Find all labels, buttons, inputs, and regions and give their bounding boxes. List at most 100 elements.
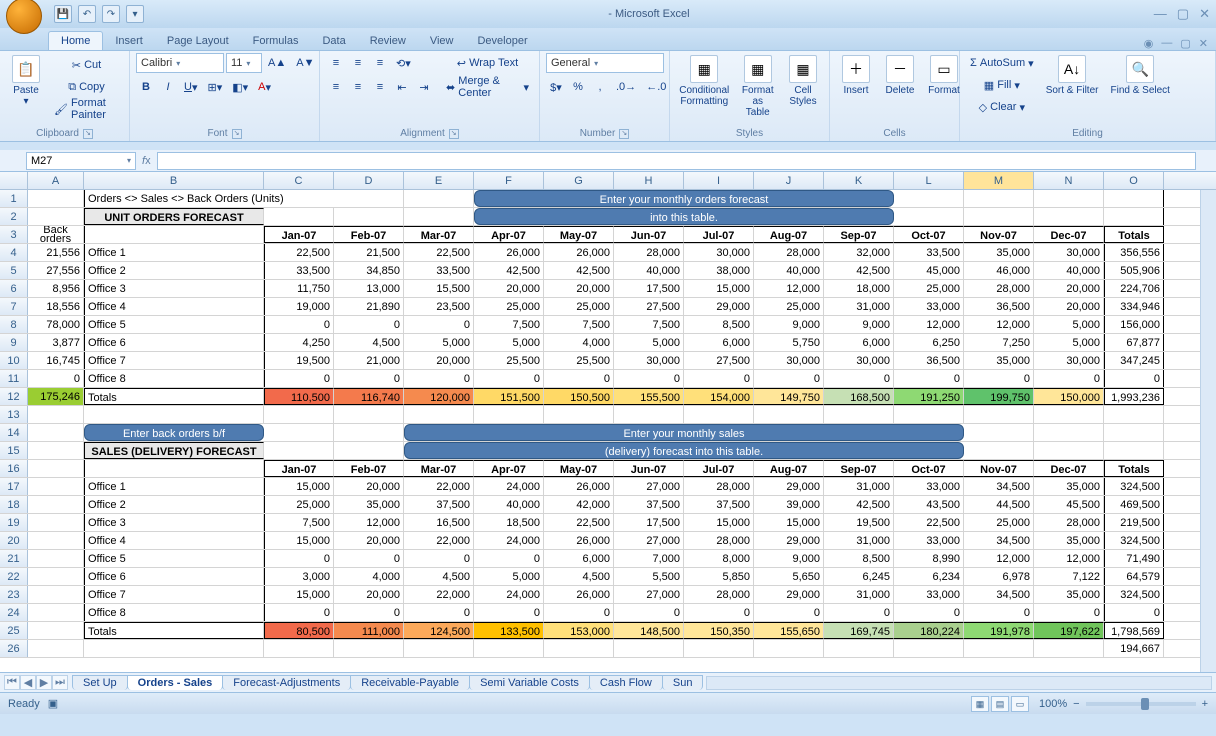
borders-button[interactable]: ⊞▾ xyxy=(203,77,226,97)
row-19[interactable]: 19Office 37,50012,00016,50018,50022,5001… xyxy=(0,514,1216,532)
tab-page-layout[interactable]: Page Layout xyxy=(155,32,241,50)
sheet-tab-2[interactable]: Forecast-Adjustments xyxy=(222,675,351,690)
cell-styles-button[interactable]: ▦Cell Styles xyxy=(783,53,823,109)
row-12[interactable]: 12175,246Totals110,500116,740120,000151,… xyxy=(0,388,1216,406)
ribbon-close-button[interactable]: ✕ xyxy=(1199,37,1208,50)
format-painter-button[interactable]: 🖌 Format Painter xyxy=(50,99,123,119)
row-14[interactable]: 14Enter back orders b/fEnter your monthl… xyxy=(0,424,1216,442)
dec-indent-button[interactable]: ⇤ xyxy=(392,77,412,97)
select-all-corner[interactable] xyxy=(0,172,28,189)
shrink-font-button[interactable]: A▼ xyxy=(292,53,318,73)
zoom-control[interactable]: 100% − + xyxy=(1039,698,1208,710)
tab-data[interactable]: Data xyxy=(310,32,357,50)
row-2[interactable]: 2UNIT ORDERS FORECASTinto this table. xyxy=(0,208,1216,226)
conditional-formatting-button[interactable]: ▦Conditional Formatting xyxy=(676,53,733,109)
sheet-tab-5[interactable]: Cash Flow xyxy=(589,675,663,690)
row-3[interactable]: 3BackordersJan-07Feb-07Mar-07Apr-07May-0… xyxy=(0,226,1216,244)
center-align-button[interactable]: ≡ xyxy=(348,77,368,97)
ribbon-restore-button[interactable]: ▢ xyxy=(1180,37,1190,50)
horizontal-scrollbar[interactable] xyxy=(706,676,1212,690)
accounting-button[interactable]: $▾ xyxy=(546,77,566,97)
underline-button[interactable]: U▾ xyxy=(180,77,201,97)
orientation-button[interactable]: ⟲▾ xyxy=(392,53,415,73)
cut-button[interactable]: ✂ Cut xyxy=(50,55,123,75)
grow-font-button[interactable]: A▲ xyxy=(264,53,290,73)
number-launcher[interactable]: ↘ xyxy=(619,129,629,139)
sheet-tab-0[interactable]: Set Up xyxy=(72,675,128,690)
tab-view[interactable]: View xyxy=(418,32,466,50)
font-name-select[interactable]: Calibri▾ xyxy=(136,53,224,73)
format-as-table-button[interactable]: ▦Format as Table xyxy=(737,53,779,120)
top-align-button[interactable]: ≡ xyxy=(326,53,346,73)
fx-icon[interactable]: fx xyxy=(142,155,151,167)
zoom-slider[interactable] xyxy=(1086,702,1196,706)
minimize-button[interactable]: — xyxy=(1154,6,1167,22)
tab-home[interactable]: Home xyxy=(48,31,103,50)
sheet-tab-3[interactable]: Receivable-Payable xyxy=(350,675,470,690)
merge-center-button[interactable]: ⬌ Merge & Center ▾ xyxy=(442,77,533,97)
clear-button[interactable]: ◇ Clear ▾ xyxy=(966,97,1038,117)
row-21[interactable]: 21Office 500006,0007,0008,0009,0008,5008… xyxy=(0,550,1216,568)
row-23[interactable]: 23Office 715,00020,00022,00024,00026,000… xyxy=(0,586,1216,604)
italic-button[interactable]: I xyxy=(158,77,178,97)
row-9[interactable]: 93,877Office 64,2504,5005,0005,0004,0005… xyxy=(0,334,1216,352)
row-1[interactable]: 1Orders <> Sales <> Back Orders (Units)E… xyxy=(0,190,1216,208)
row-13[interactable]: 13 xyxy=(0,406,1216,424)
row-6[interactable]: 68,956Office 311,75013,00015,50020,00020… xyxy=(0,280,1216,298)
row-4[interactable]: 421,556Office 122,50021,50022,50026,0002… xyxy=(0,244,1216,262)
vertical-scrollbar[interactable] xyxy=(1200,190,1216,672)
left-align-button[interactable]: ≡ xyxy=(326,77,346,97)
bottom-align-button[interactable]: ≡ xyxy=(370,53,390,73)
find-select-button[interactable]: 🔍Find & Select xyxy=(1106,53,1173,98)
ribbon-minimize-button[interactable]: — xyxy=(1161,37,1172,50)
row-8[interactable]: 878,000Office 50007,5007,5007,5008,5009,… xyxy=(0,316,1216,334)
tab-formulas[interactable]: Formulas xyxy=(241,32,311,50)
restore-button[interactable]: ▢ xyxy=(1177,6,1189,22)
row-26[interactable]: 26194,667 xyxy=(0,640,1216,658)
wrap-text-button[interactable]: ↩ Wrap Text xyxy=(442,53,533,73)
save-button[interactable]: 💾 xyxy=(54,5,72,23)
sheet-tab-4[interactable]: Semi Variable Costs xyxy=(469,675,590,690)
macro-record-icon[interactable]: ▣ xyxy=(48,697,58,710)
font-launcher[interactable]: ↘ xyxy=(232,129,242,139)
right-align-button[interactable]: ≡ xyxy=(370,77,390,97)
number-format-select[interactable]: General▾ xyxy=(546,53,664,73)
paste-button[interactable]: 📋 Paste▾ xyxy=(6,53,46,109)
view-normal-button[interactable]: ▦ xyxy=(971,696,989,712)
percent-button[interactable]: % xyxy=(568,77,588,97)
comma-button[interactable]: , xyxy=(590,77,610,97)
name-box[interactable]: M27▾ xyxy=(26,152,136,170)
insert-cells-button[interactable]: ＋Insert xyxy=(836,53,876,98)
middle-align-button[interactable]: ≡ xyxy=(348,53,368,73)
row-11[interactable]: 110Office 80000000000000 xyxy=(0,370,1216,388)
fill-color-button[interactable]: ◧▾ xyxy=(228,77,252,97)
zoom-out-button[interactable]: − xyxy=(1073,698,1079,710)
sheet-nav[interactable]: ⏮◀▶⏭ xyxy=(4,675,68,690)
row-5[interactable]: 527,556Office 233,50034,85033,50042,5004… xyxy=(0,262,1216,280)
tab-insert[interactable]: Insert xyxy=(103,32,155,50)
worksheet-grid[interactable]: ABCDEFGHIJKLMNO 1Orders <> Sales <> Back… xyxy=(0,172,1216,672)
view-pagebreak-button[interactable]: ▭ xyxy=(1011,696,1029,712)
row-10[interactable]: 1016,745Office 719,50021,00020,00025,500… xyxy=(0,352,1216,370)
format-cells-button[interactable]: ▭Format xyxy=(924,53,964,98)
tab-review[interactable]: Review xyxy=(358,32,418,50)
formula-input[interactable] xyxy=(157,152,1196,170)
font-color-button[interactable]: A▾ xyxy=(254,77,275,97)
copy-button[interactable]: ⧉ Copy xyxy=(50,77,123,97)
undo-button[interactable]: ↶ xyxy=(78,5,96,23)
row-7[interactable]: 718,556Office 419,00021,89023,50025,0002… xyxy=(0,298,1216,316)
inc-indent-button[interactable]: ⇥ xyxy=(414,77,434,97)
row-17[interactable]: 17Office 115,00020,00022,00024,00026,000… xyxy=(0,478,1216,496)
row-22[interactable]: 22Office 63,0004,0004,5005,0004,5005,500… xyxy=(0,568,1216,586)
help-icon[interactable]: ◉ xyxy=(1144,37,1154,50)
alignment-launcher[interactable]: ↘ xyxy=(449,129,459,139)
dec-decimal-button[interactable]: ←.0 xyxy=(642,77,670,97)
row-18[interactable]: 18Office 225,00035,00037,50040,00042,000… xyxy=(0,496,1216,514)
qat-customize[interactable]: ▾ xyxy=(126,5,144,23)
row-25[interactable]: 25Totals80,500111,000124,500133,500153,0… xyxy=(0,622,1216,640)
row-15[interactable]: 15SALES (DELIVERY) FORECAST(delivery) fo… xyxy=(0,442,1216,460)
tab-developer[interactable]: Developer xyxy=(465,32,539,50)
close-button[interactable]: ✕ xyxy=(1199,6,1210,22)
sheet-tab-6[interactable]: Sun xyxy=(662,675,704,690)
row-20[interactable]: 20Office 415,00020,00022,00024,00026,000… xyxy=(0,532,1216,550)
